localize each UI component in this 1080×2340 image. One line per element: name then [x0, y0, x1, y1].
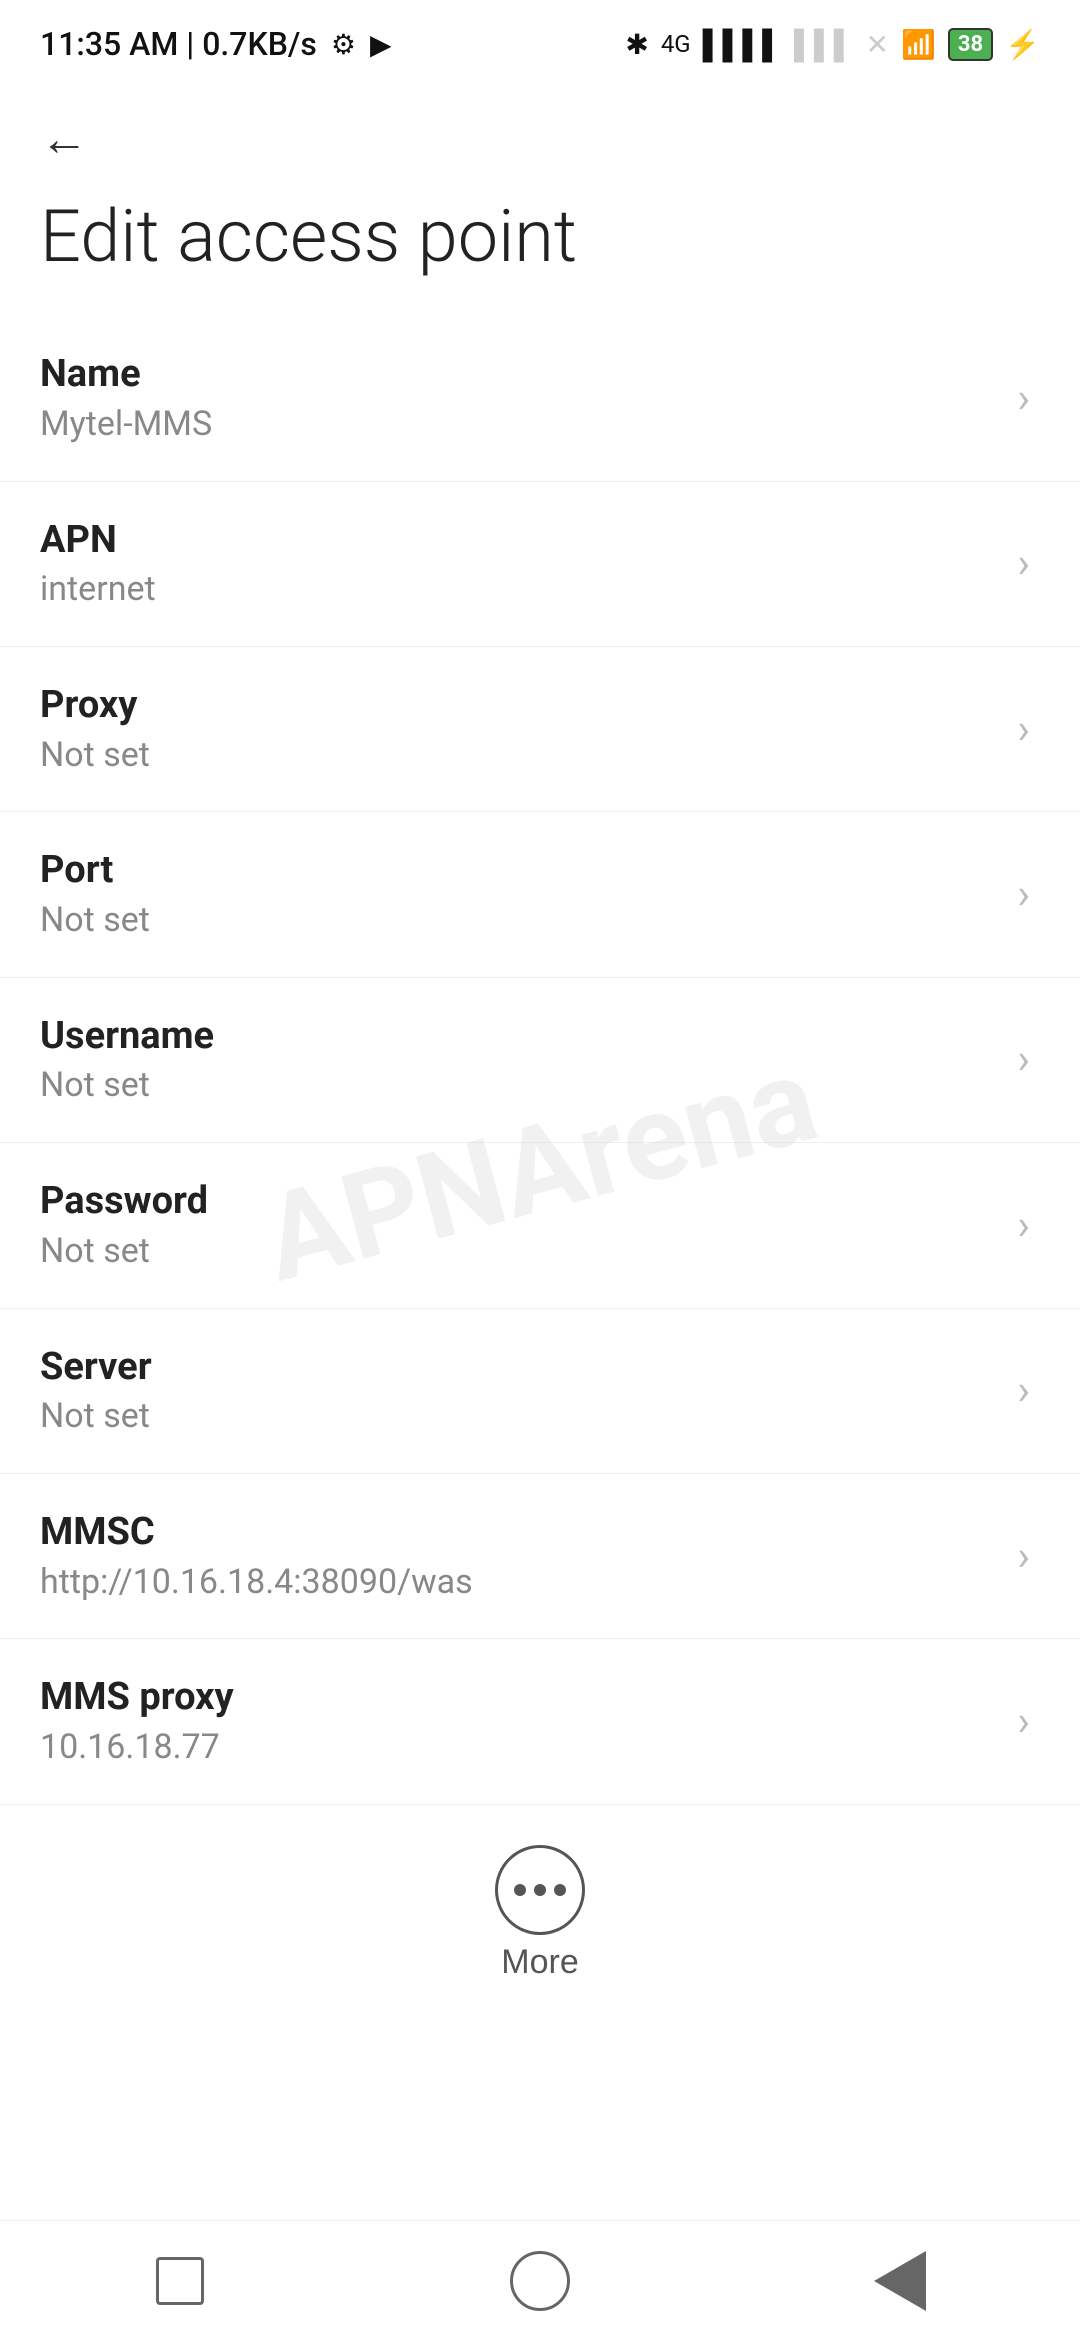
- settings-item-username[interactable]: Username Not set ›: [0, 978, 1080, 1143]
- video-icon: ▶: [370, 28, 392, 61]
- more-dot-2: [534, 1884, 546, 1896]
- settings-label-name: Name: [40, 352, 997, 398]
- chevron-right-icon: ›: [1017, 1366, 1030, 1415]
- chevron-right-icon: ›: [1017, 374, 1030, 423]
- settings-item-server[interactable]: Server Not set ›: [0, 1309, 1080, 1474]
- chevron-right-icon: ›: [1017, 1201, 1030, 1250]
- charging-icon: ⚡: [1005, 28, 1040, 61]
- settings-value-password: Not set: [40, 1231, 997, 1272]
- signal-bars-2-icon: ▌▌▌: [794, 28, 854, 61]
- settings-item-proxy-text: Proxy Not set: [40, 683, 997, 775]
- settings-item-port[interactable]: Port Not set ›: [0, 812, 1080, 977]
- more-circle-icon: [495, 1845, 585, 1935]
- page-title: Edit access point: [0, 177, 1080, 316]
- back-button[interactable]: ←: [0, 80, 1080, 177]
- settings-item-apn-text: APN internet: [40, 518, 997, 610]
- chevron-right-icon: ›: [1017, 1035, 1030, 1084]
- settings-label-server: Server: [40, 1345, 997, 1391]
- settings-label-mms-proxy: MMS proxy: [40, 1675, 997, 1721]
- settings-item-name-text: Name Mytel-MMS: [40, 352, 997, 444]
- nav-circle-icon: [510, 2251, 570, 2311]
- settings-label-mmsc: MMSC: [40, 1510, 997, 1556]
- chevron-right-icon: ›: [1017, 870, 1030, 919]
- more-section: More: [0, 1805, 1080, 2012]
- nav-bar: [0, 2220, 1080, 2340]
- wifi-icon: 📶: [901, 28, 936, 61]
- more-dot-3: [554, 1884, 566, 1896]
- settings-value-proxy: Not set: [40, 735, 997, 776]
- settings-item-username-text: Username Not set: [40, 1014, 997, 1106]
- nav-triangle-icon: [874, 2251, 926, 2311]
- settings-item-server-text: Server Not set: [40, 1345, 997, 1437]
- settings-value-mmsc: http://10.16.18.4:38090/was: [40, 1562, 997, 1603]
- signal-cross-icon: ✕: [866, 28, 889, 61]
- nav-back-button[interactable]: [850, 2241, 950, 2321]
- settings-item-name[interactable]: Name Mytel-MMS ›: [0, 316, 1080, 481]
- settings-list: Name Mytel-MMS › APN internet › Proxy No…: [0, 316, 1080, 1805]
- settings-label-port: Port: [40, 848, 997, 894]
- more-dot-1: [514, 1884, 526, 1896]
- more-button[interactable]: More: [495, 1845, 585, 1982]
- settings-item-mmsc-text: MMSC http://10.16.18.4:38090/was: [40, 1510, 997, 1602]
- settings-label-username: Username: [40, 1014, 997, 1060]
- bluetooth-icon: ✱: [625, 28, 648, 61]
- battery-icon: 38: [948, 28, 993, 61]
- settings-item-apn[interactable]: APN internet ›: [0, 482, 1080, 647]
- settings-label-proxy: Proxy: [40, 683, 997, 729]
- nav-home-button[interactable]: [490, 2241, 590, 2321]
- back-arrow-icon: ←: [40, 110, 88, 167]
- settings-value-name: Mytel-MMS: [40, 404, 997, 445]
- status-bar: 11:35 AM | 0.7KB/s ⚙ ▶ ✱ 4G ▌▌▌▌ ▌▌▌ ✕ 📶…: [0, 0, 1080, 80]
- settings-value-mms-proxy: 10.16.18.77: [40, 1727, 997, 1768]
- signal-4g-icon: 4G: [661, 30, 691, 58]
- chevron-right-icon: ›: [1017, 705, 1030, 754]
- chevron-right-icon: ›: [1017, 1532, 1030, 1581]
- settings-item-password[interactable]: Password Not set ›: [0, 1143, 1080, 1308]
- chevron-right-icon: ›: [1017, 539, 1030, 588]
- settings-label-password: Password: [40, 1179, 997, 1225]
- settings-value-port: Not set: [40, 900, 997, 941]
- settings-item-port-text: Port Not set: [40, 848, 997, 940]
- more-label: More: [501, 1943, 578, 1982]
- settings-value-server: Not set: [40, 1396, 997, 1437]
- status-icons: ✱ 4G ▌▌▌▌ ▌▌▌ ✕ 📶 38 ⚡: [625, 28, 1040, 61]
- settings-label-apn: APN: [40, 518, 997, 564]
- settings-item-mmsc[interactable]: MMSC http://10.16.18.4:38090/was ›: [0, 1474, 1080, 1639]
- settings-value-username: Not set: [40, 1065, 997, 1106]
- nav-square-icon: [156, 2257, 204, 2305]
- settings-icon: ⚙: [331, 28, 356, 61]
- nav-recents-button[interactable]: [130, 2241, 230, 2321]
- settings-item-mms-proxy[interactable]: MMS proxy 10.16.18.77 ›: [0, 1639, 1080, 1804]
- settings-value-apn: internet: [40, 569, 997, 610]
- signal-bars-icon: ▌▌▌▌: [703, 28, 782, 61]
- status-time-speed: 11:35 AM | 0.7KB/s ⚙ ▶: [40, 25, 392, 63]
- settings-item-mms-proxy-text: MMS proxy 10.16.18.77: [40, 1675, 997, 1767]
- time-display: 11:35 AM | 0.7KB/s: [40, 25, 317, 63]
- chevron-right-icon: ›: [1017, 1697, 1030, 1746]
- settings-item-password-text: Password Not set: [40, 1179, 997, 1271]
- settings-item-proxy[interactable]: Proxy Not set ›: [0, 647, 1080, 812]
